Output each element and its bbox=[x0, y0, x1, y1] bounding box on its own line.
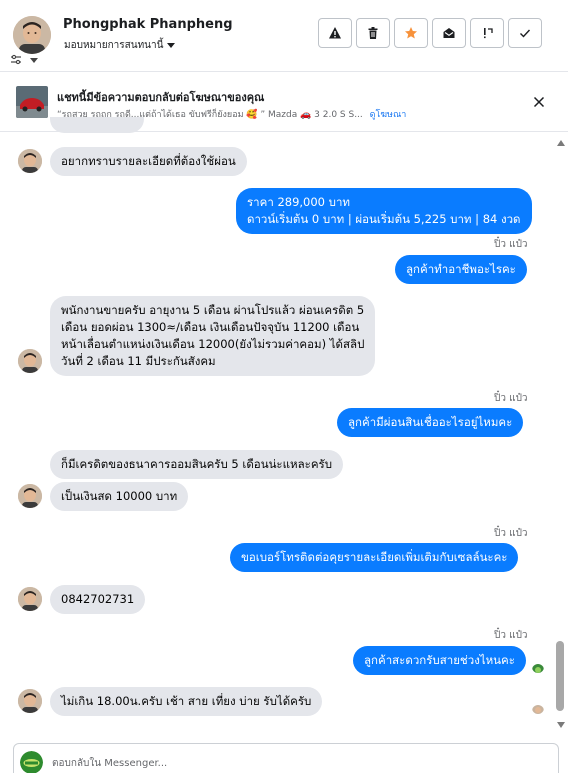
outgoing-message-bubble: ลูกค้ามีผ่อนสินเชื่ออะไรอยู่ไหมคะ bbox=[337, 408, 524, 437]
contact-avatar[interactable] bbox=[13, 16, 51, 54]
message-line: พนักงานขายครับ อายุงาน 5 เดือน ผ่านโปรแล… bbox=[61, 303, 365, 317]
open-envelope-icon bbox=[443, 28, 455, 38]
warning-icon bbox=[329, 27, 341, 39]
read-receipt-avatar bbox=[532, 702, 544, 714]
seen-indicator bbox=[532, 661, 544, 673]
sender-avatar bbox=[18, 149, 42, 173]
sender-name: ปิ๋ว แป๋ว bbox=[494, 528, 528, 539]
incoming-message-bubble: 0842702731 bbox=[50, 585, 146, 614]
close-icon[interactable] bbox=[531, 94, 547, 110]
outgoing-message-bubble: ราคา 289,000 บาท ดาวน์เริ่มต้น 0 บาท | ผ… bbox=[236, 188, 532, 234]
follow-up-button[interactable] bbox=[470, 18, 504, 48]
sender-avatar bbox=[18, 689, 42, 713]
scroll-down-arrow-icon[interactable] bbox=[557, 722, 565, 728]
sender-name: ปิ๋ว แป๋ว bbox=[494, 239, 528, 250]
incoming-message-bubble: พนักงานขายครับ อายุงาน 5 เดือน ผ่านโปรแล… bbox=[50, 296, 376, 376]
view-ad-link[interactable]: ดูโฆษณา bbox=[370, 110, 407, 120]
filter-sliders-icon[interactable] bbox=[10, 52, 40, 66]
scroll-up-arrow-icon[interactable] bbox=[557, 140, 565, 146]
assign-conversation-dropdown[interactable]: มอบหมายการสนทนานี้ bbox=[64, 38, 176, 53]
outgoing-message-bubble: ลูกค้าทำอาชีพอะไรคะ bbox=[395, 255, 527, 284]
message-line: ดาวน์เริ่มต้น 0 บาท | ผ่อนเริ่มต้น 5,225… bbox=[247, 212, 521, 226]
sender-name: ปิ๋ว แป๋ว bbox=[494, 630, 528, 641]
ad-thumbnail[interactable] bbox=[16, 86, 48, 118]
message-line: วันที่ 2 เดือน 11 มีประกันสังคม bbox=[61, 354, 216, 368]
check-icon bbox=[520, 29, 531, 38]
mark-unread-button[interactable] bbox=[432, 18, 466, 48]
conversation-actions bbox=[318, 18, 542, 48]
contact-name[interactable]: Phongphak Phanpheng bbox=[63, 17, 233, 32]
mark-done-button[interactable] bbox=[508, 18, 542, 48]
message-line: ราคา 289,000 บาท bbox=[247, 195, 350, 209]
sender-avatar bbox=[18, 587, 42, 611]
star-button[interactable] bbox=[394, 18, 428, 48]
reply-input[interactable] bbox=[52, 756, 532, 770]
exclamation-icon bbox=[484, 28, 493, 39]
trash-icon bbox=[368, 27, 378, 39]
incoming-message-bubble: เป็นเงินสด 10000 บาท bbox=[50, 482, 189, 511]
report-spam-button[interactable] bbox=[318, 18, 352, 48]
outgoing-message-bubble: ลูกค้าสะดวกรับสายช่วงไหนคะ bbox=[353, 646, 526, 675]
ad-banner-title: แชทนี้มีข้อความตอบกลับต่อโฆษณาของคุณ bbox=[57, 91, 265, 104]
scrollbar-thumb[interactable] bbox=[556, 641, 564, 711]
incoming-message-bubble bbox=[50, 117, 144, 133]
message-line: หน้าเลื่อนตำแหน่งเงินเดือน 12000(ยังไม่ร… bbox=[61, 337, 365, 351]
incoming-message-bubble: อยากทราบรายละเอียดที่ต้องใช้ผ่อน bbox=[50, 147, 247, 176]
outgoing-message-bubble: ขอเบอร์โทรติดต่อคุยรายละเอียดเพิ่มเติมกั… bbox=[230, 543, 519, 572]
incoming-message-bubble: ไม่เกิน 18.00น.ครับ เช้า สาย เที่ยง บ่าย… bbox=[50, 687, 323, 716]
assign-label: มอบหมายการสนทนานี้ bbox=[64, 40, 164, 51]
conversation-header: Phongphak Phanpheng มอบหมายการสนทนานี้ bbox=[0, 0, 568, 72]
sender-avatar bbox=[18, 349, 42, 373]
star-icon bbox=[405, 27, 417, 39]
message-line: เดือน ยอดผ่อน 1300≈/เดือน เงินเดือนปัจจุ… bbox=[61, 320, 360, 334]
business-page-avatar bbox=[20, 751, 43, 773]
chevron-down-icon bbox=[167, 43, 176, 48]
incoming-message-bubble: ก็มีเครดิตของธนาคารออมสินครับ 5 เดือนน่ะ… bbox=[50, 450, 343, 479]
sender-name: ปิ๋ว แป๋ว bbox=[494, 393, 528, 404]
sender-avatar bbox=[18, 484, 42, 508]
delete-button[interactable] bbox=[356, 18, 390, 48]
